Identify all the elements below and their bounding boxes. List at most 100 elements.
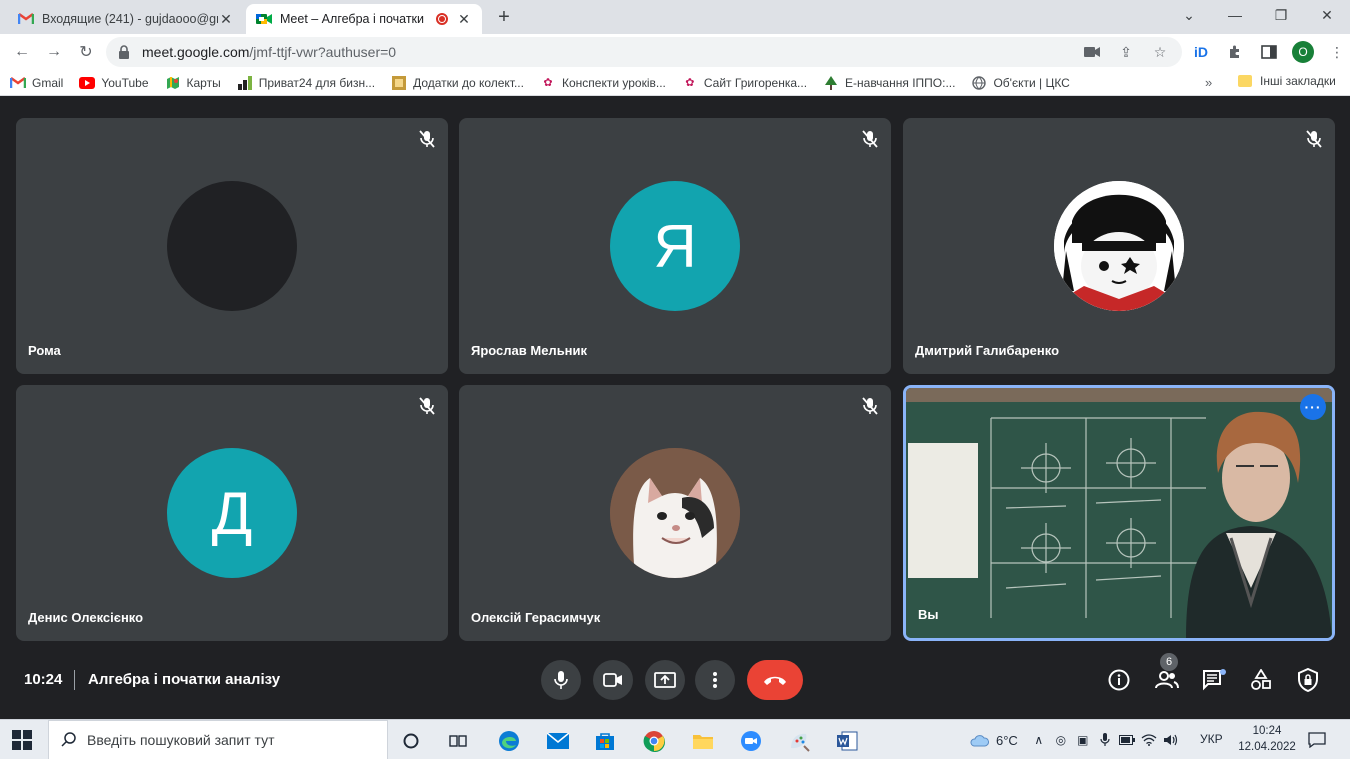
back-icon[interactable]: ← [10, 40, 34, 64]
more-options-icon[interactable]: ··· [1300, 394, 1326, 420]
store-icon[interactable] [590, 726, 620, 756]
participant-avatar: Я [610, 181, 740, 311]
camera-in-use-icon[interactable] [1082, 42, 1102, 62]
tab-title: Meet – Алгебра і початки а [280, 12, 428, 26]
other-bookmarks[interactable]: Інші закладки [1238, 74, 1336, 88]
wifi-icon[interactable] [1138, 729, 1160, 751]
extensions-puzzle-icon[interactable] [1224, 41, 1246, 63]
bookmark-dodatky[interactable]: Додатки до колект... [391, 75, 524, 91]
tab-title: Входящие (241) - gujdaooo@gm [42, 12, 218, 26]
webcam-icon[interactable]: ◎ [1050, 729, 1072, 751]
taskbar-clock[interactable]: 10:24 12.04.2022 [1232, 723, 1302, 755]
meeting-clock: 10:24 [24, 671, 63, 688]
taskbar-search-box[interactable]: Введіть пошуковий запит тут [48, 720, 388, 759]
info-icon [1108, 669, 1130, 691]
volume-icon[interactable] [1160, 729, 1182, 751]
bookmark-hryhorenko[interactable]: ✿ Сайт Григоренка... [682, 75, 807, 91]
close-icon[interactable]: ✕ [456, 11, 472, 28]
chrome-icon[interactable] [639, 726, 669, 756]
side-panel-icon[interactable] [1258, 41, 1280, 63]
participant-name: Вы [918, 607, 939, 622]
close-icon[interactable]: ✕ [218, 11, 234, 28]
kebab-icon [713, 672, 717, 688]
temperature[interactable]: 6°C [996, 733, 1018, 748]
file-explorer-icon[interactable] [688, 726, 718, 756]
meeting-title: Алгебра і початки аналізу [88, 671, 281, 688]
participant-avatar-image [610, 448, 740, 578]
mic-muted-icon [859, 395, 881, 417]
participant-tile[interactable]: Д Денис Олексієнко [16, 385, 448, 641]
self-video-feed [906, 388, 1332, 638]
participant-tile[interactable]: Олексій Герасимчук [459, 385, 891, 641]
bookmark-cks[interactable]: Об'єкти | ЦКС [971, 75, 1070, 91]
bookmark-gmail[interactable]: Gmail [10, 75, 63, 91]
microphone-button[interactable] [541, 660, 581, 700]
chat-button[interactable] [1199, 665, 1229, 695]
notification-center-icon[interactable] [1306, 729, 1328, 751]
bookmarks-bar: Gmail YouTube Карты Приват24 для бизн...… [0, 70, 1350, 96]
bookmark-youtube[interactable]: YouTube [79, 75, 149, 91]
participant-name: Рома [28, 343, 61, 358]
meeting-details-button[interactable] [1104, 665, 1134, 695]
windows-taskbar: Введіть пошуковий запит тут 6°C ∧ ◎ ▣ УК… [0, 719, 1350, 759]
present-screen-button[interactable] [645, 660, 685, 700]
end-call-button[interactable] [747, 660, 803, 700]
participant-avatar [167, 181, 297, 311]
gmail-icon [10, 75, 26, 91]
folder-icon [1238, 75, 1252, 87]
chevron-up-icon[interactable]: ∧ [1028, 729, 1050, 751]
menu-kebab-icon[interactable]: ⋮ [1326, 41, 1348, 63]
tab-gmail[interactable]: Входящие (241) - gujdaooo@gm ✕ [8, 4, 244, 34]
camera-icon [603, 673, 622, 687]
camera-button[interactable] [593, 660, 633, 700]
browser-toolbar: ← → ↻ meet.google.com/jmf-ttjf-vwr?authu… [0, 34, 1350, 70]
participant-tile[interactable]: Дмитрий Галибаренко [903, 118, 1335, 374]
display-icon[interactable]: ▣ [1072, 729, 1094, 751]
task-view-icon[interactable] [443, 726, 473, 756]
reload-icon[interactable]: ↻ [74, 40, 98, 64]
participant-tile[interactable]: Рома [16, 118, 448, 374]
maximize-button[interactable]: ❐ [1258, 0, 1304, 30]
minimize-button[interactable]: — [1212, 0, 1258, 30]
bookmark-privat24[interactable]: Приват24 для бизн... [237, 75, 375, 91]
globe-icon [971, 75, 987, 91]
new-tab-button[interactable]: + [492, 6, 516, 30]
bookmark-maps[interactable]: Карты [165, 75, 221, 91]
activities-button[interactable] [1246, 665, 1276, 695]
search-icon [61, 731, 77, 750]
share-icon[interactable]: ⇪ [1116, 42, 1136, 62]
word-icon[interactable] [832, 726, 862, 756]
host-controls-button[interactable] [1293, 665, 1323, 695]
youtube-icon [79, 75, 96, 91]
bookmark-ippo[interactable]: Е-навчання ІППО:... [823, 75, 955, 91]
address-bar[interactable]: meet.google.com/jmf-ttjf-vwr?authuser=0 … [106, 37, 1182, 67]
microphone-tray-icon[interactable] [1094, 729, 1116, 751]
zoom-icon[interactable] [736, 726, 766, 756]
shield-lock-icon [1298, 668, 1318, 692]
close-window-button[interactable]: ✕ [1304, 0, 1350, 30]
input-language[interactable]: УКР [1200, 732, 1223, 746]
people-icon [1155, 671, 1179, 689]
edge-icon[interactable] [494, 726, 524, 756]
profile-avatar[interactable]: O [1292, 41, 1314, 63]
mail-icon[interactable] [543, 726, 573, 756]
bookmark-star-icon[interactable]: ☆ [1150, 42, 1170, 62]
forward-icon[interactable]: → [42, 40, 66, 64]
weather-cloud-icon[interactable] [968, 729, 990, 751]
meeting-controls-bar: 10:24 Алгебра і початки аналізу 6 [0, 645, 1350, 715]
tab-search-icon[interactable]: ⌄ [1166, 0, 1212, 30]
more-options-button[interactable] [695, 660, 735, 700]
windows-start-icon[interactable] [12, 730, 32, 750]
participant-tile[interactable]: Я Ярослав Мельник [459, 118, 891, 374]
microphone-icon [554, 671, 568, 689]
paint-icon[interactable] [784, 726, 814, 756]
self-video-tile[interactable]: ··· Вы [903, 385, 1335, 641]
tab-meet[interactable]: Meet – Алгебра і початки а ✕ [246, 4, 482, 34]
bookmark-konspekty[interactable]: ✿ Конспекти уроків... [540, 75, 666, 91]
cortana-icon[interactable] [396, 726, 426, 756]
battery-icon[interactable] [1116, 729, 1138, 751]
extension-id-icon[interactable]: iD [1190, 41, 1212, 63]
participants-button[interactable]: 6 [1152, 653, 1182, 695]
mic-muted-icon [416, 395, 438, 417]
bookmarks-overflow-button[interactable]: » [1205, 75, 1212, 90]
